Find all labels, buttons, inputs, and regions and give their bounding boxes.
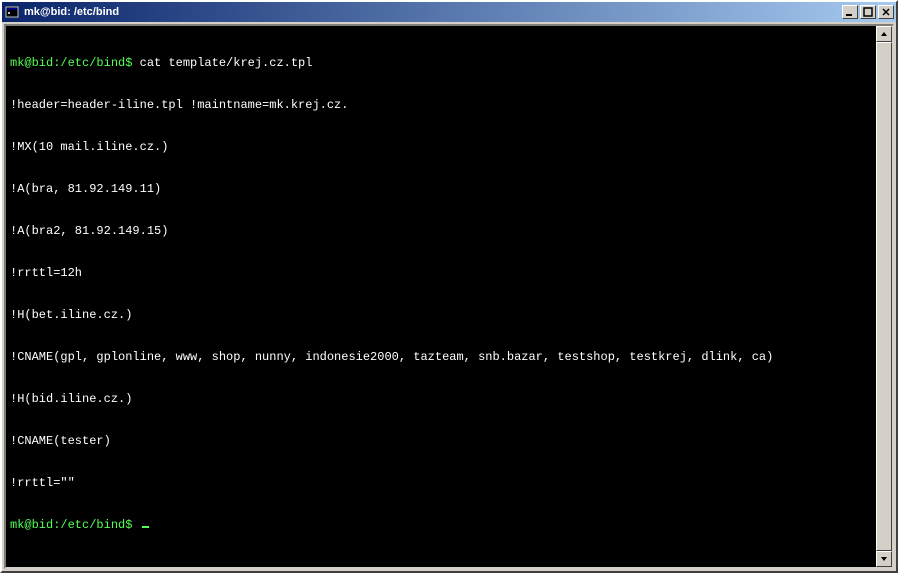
terminal-line: mk@bid:/etc/bind$ <box>10 518 872 532</box>
command-text: cat template/krej.cz.tpl <box>132 56 312 70</box>
terminal-frame: mk@bid:/etc/bind$ cat template/krej.cz.t… <box>4 24 894 569</box>
scrollbar[interactable] <box>876 26 892 567</box>
terminal-line: !A(bra, 81.92.149.11) <box>10 182 872 196</box>
client-area: mk@bid:/etc/bind$ cat template/krej.cz.t… <box>2 22 896 571</box>
scroll-track[interactable] <box>876 42 892 551</box>
scroll-up-button[interactable] <box>876 26 892 42</box>
window-frame: mk@bid: /etc/bind mk@bid:/etc/bind$ cat … <box>0 0 898 573</box>
terminal-line: !H(bid.iline.cz.) <box>10 392 872 406</box>
terminal-line: !rrttl=12h <box>10 266 872 280</box>
terminal-line: !header=header-iline.tpl !maintname=mk.k… <box>10 98 872 112</box>
close-button[interactable] <box>878 5 894 19</box>
cursor <box>142 526 149 528</box>
terminal-line: !MX(10 mail.iline.cz.) <box>10 140 872 154</box>
titlebar[interactable]: mk@bid: /etc/bind <box>2 2 896 22</box>
terminal-line: !rrttl="" <box>10 476 872 490</box>
terminal-line: !H(bet.iline.cz.) <box>10 308 872 322</box>
app-icon <box>4 4 20 20</box>
window-controls <box>842 5 894 19</box>
window-title: mk@bid: /etc/bind <box>24 6 842 18</box>
scroll-thumb[interactable] <box>876 42 892 551</box>
minimize-button[interactable] <box>842 5 858 19</box>
prompt: mk@bid:/etc/bind$ <box>10 56 132 70</box>
terminal-line: !A(bra2, 81.92.149.15) <box>10 224 872 238</box>
maximize-button[interactable] <box>860 5 876 19</box>
scroll-down-button[interactable] <box>876 551 892 567</box>
terminal-line: !CNAME(gpl, gplonline, www, shop, nunny,… <box>10 350 872 364</box>
terminal-line: mk@bid:/etc/bind$ cat template/krej.cz.t… <box>10 56 872 70</box>
terminal[interactable]: mk@bid:/etc/bind$ cat template/krej.cz.t… <box>6 26 876 567</box>
terminal-line: !CNAME(tester) <box>10 434 872 448</box>
prompt: mk@bid:/etc/bind$ <box>10 518 132 532</box>
